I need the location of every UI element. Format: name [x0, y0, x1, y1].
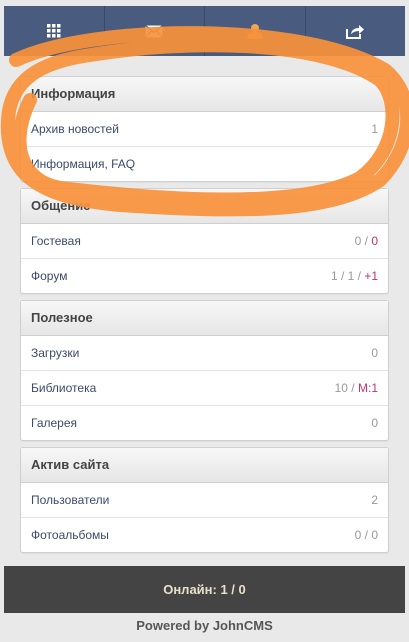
section-communication: Общение Гостевая 0 / 0 Форум 1 / 1 / +1: [20, 188, 389, 294]
item-label: Форум: [31, 269, 68, 283]
item-count: 2: [371, 493, 378, 507]
item-label: Загрузки: [31, 346, 80, 360]
list-item-forum[interactable]: Форум 1 / 1 / +1: [21, 259, 388, 293]
item-count: 0 / 0: [354, 234, 378, 248]
item-count: 0 / 0: [354, 528, 378, 542]
item-label: Архив новостей: [31, 122, 119, 136]
list-item-downloads[interactable]: Загрузки 0: [21, 336, 388, 371]
mail-icon: [145, 24, 164, 38]
item-count: 1 / 1 / +1: [330, 269, 378, 283]
section-useful: Полезное Загрузки 0 Библиотека 10 / М:1 …: [20, 300, 389, 441]
list-item-gallery[interactable]: Галерея 0: [21, 406, 388, 440]
list-item-photo-albums[interactable]: Фотоальбомы 0 / 0: [21, 518, 388, 552]
powered-by: Powered by JohnCMS: [136, 618, 273, 633]
section-title: Актив сайта: [21, 448, 388, 483]
section-title: Общение: [21, 189, 388, 224]
item-label: Библиотека: [31, 381, 97, 395]
share-icon: [346, 25, 365, 39]
item-count: 0: [371, 346, 378, 360]
item-count: 1: [371, 122, 378, 136]
list-item-library[interactable]: Библиотека 10 / М:1: [21, 371, 388, 406]
section-title: Информация: [21, 77, 388, 112]
item-label: Информация, FAQ: [31, 157, 136, 171]
item-count: 10 / М:1: [334, 381, 378, 395]
item-count: 0: [371, 416, 378, 430]
tab-share[interactable]: [306, 6, 406, 56]
item-label: Пользователи: [31, 493, 110, 507]
item-label: Фотоальбомы: [31, 528, 109, 542]
tab-profile[interactable]: [205, 6, 306, 56]
new-count: 0: [371, 234, 378, 248]
top-nav: [4, 6, 405, 56]
new-count: М:1: [357, 381, 378, 395]
new-count: +1: [364, 269, 378, 283]
section-activity: Актив сайта Пользователи 2 Фотоальбомы 0…: [20, 447, 389, 553]
grid-icon: [46, 24, 61, 38]
list-item-news-archive[interactable]: Архив новостей 1: [21, 112, 388, 147]
item-label: Гостевая: [31, 234, 81, 248]
section-title: Полезное: [21, 301, 388, 336]
list-item-guestbook[interactable]: Гостевая 0 / 0: [21, 224, 388, 259]
list-item-users[interactable]: Пользователи 2: [21, 483, 388, 518]
list-item-faq[interactable]: Информация, FAQ: [21, 147, 388, 181]
online-text: Онлайн: 1 / 0: [163, 582, 246, 597]
tab-mail[interactable]: [105, 6, 205, 56]
section-info: Информация Архив новостей 1 Информация, …: [20, 76, 389, 182]
user-icon: [246, 24, 263, 39]
tab-menu[interactable]: [4, 6, 105, 56]
online-counter[interactable]: Онлайн: 1 / 0: [4, 566, 405, 613]
item-label: Галерея: [31, 416, 78, 430]
